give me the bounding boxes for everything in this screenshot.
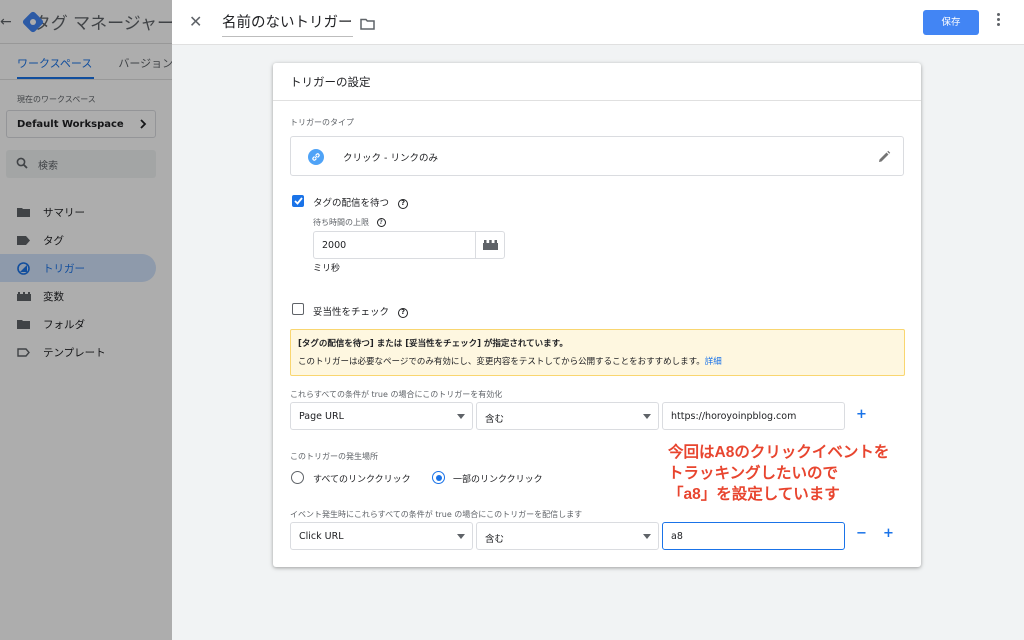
more-vert-icon[interactable] [995,13,1001,28]
fire-on-label: このトリガーの発生場所 [290,452,378,461]
card-title: トリガーの設定 [273,63,921,101]
add-enable-condition-button[interactable]: + [856,407,867,422]
enable-variable-select[interactable]: Page URL [290,402,473,430]
close-icon[interactable]: ✕ [189,12,202,31]
help-icon[interactable]: ? [398,307,409,318]
all-link-clicks-label: すべてのリンククリック [313,475,411,485]
max-wait-input[interactable]: 2000 [313,231,476,259]
notice-title: [タグの配信を待つ] または [妥当性をチェック] が指定されています。 [298,339,568,349]
trigger-type-value: クリック - リンクのみ [343,153,438,164]
enable-variable-value: Page URL [299,411,344,422]
event-value-input[interactable]: a8 [662,522,845,550]
dropdown-arrow-icon [457,414,465,419]
some-link-clicks-label: 一部のリンククリック [453,475,543,485]
panel-header: ✕ 名前のないトリガー 保存 [172,0,1024,45]
max-wait-unit: ミリ秒 [313,264,341,274]
event-condition-label: イベント発生時にこれらすべての条件が true の場合にこのトリガーを配信します [290,510,583,519]
event-variable-select[interactable]: Click URL [290,522,473,550]
help-icon[interactable]: ? [376,218,386,227]
event-variable-value: Click URL [299,531,344,542]
check-validation-row: 妥当性をチェック ? [313,304,409,318]
annotation-line: トラッキングしたいので [668,465,839,482]
link-icon [308,149,324,165]
trigger-name-input[interactable]: 名前のないトリガー [222,11,353,37]
edit-pencil-icon[interactable] [877,149,891,168]
check-validation-checkbox[interactable] [292,303,304,315]
notice-body: このトリガーは必要なページでのみ有効にし、変更内容をテストしてから公開することを… [298,355,904,367]
all-link-clicks-radio[interactable] [291,471,304,484]
enable-operator-select[interactable]: 含む [476,402,659,430]
enable-operator-value: 含む [485,414,505,425]
help-icon[interactable]: ? [398,198,409,209]
enable-value-input[interactable]: https://horoyoinpblog.com [662,402,845,430]
folder-icon[interactable] [360,15,375,34]
modal-scrim[interactable] [0,0,172,640]
annotation-line: 「a8」を設定しています [668,486,840,503]
max-wait-label: 待ち時間の上限 [313,218,369,227]
trigger-type-selector[interactable]: クリック - リンクのみ [290,136,904,176]
max-wait-row: 待ち時間の上限 ? [313,217,386,228]
dropdown-arrow-icon [457,534,465,539]
wait-for-tags-checkbox[interactable] [292,195,304,207]
save-button[interactable]: 保存 [923,10,979,35]
variable-icon [482,240,498,250]
enable-condition-label: これらすべての条件が true の場合にこのトリガーを有効化 [290,390,503,399]
event-operator-select[interactable]: 含む [476,522,659,550]
warning-notice: [タグの配信を待つ] または [妥当性をチェック] が指定されています。 このト… [290,329,905,376]
dropdown-arrow-icon [643,534,651,539]
dropdown-arrow-icon [643,414,651,419]
annotation-callout: 今回はA8のクリックイベントを トラッキングしたいので 「a8」を設定しています [668,442,928,505]
wait-for-tags-label: タグの配信を待つ [313,198,390,209]
trigger-editor-panel: ✕ 名前のないトリガー 保存 トリガーの設定 トリガーのタイプ クリック - リ… [172,0,1024,640]
variable-picker-button[interactable] [475,231,505,259]
notice-text: このトリガーは必要なページでのみ有効にし、変更内容をテストしてから公開することを… [298,357,705,367]
some-link-clicks-radio[interactable] [432,471,445,484]
remove-event-condition-button[interactable]: − [856,526,867,541]
event-operator-value: 含む [485,534,505,545]
learn-more-link[interactable]: 詳細 [705,357,722,367]
check-validation-label: 妥当性をチェック [313,307,390,318]
gtm-sidebar: ← タグ マネージャー ワークスペース バージョン 現在のワークスペース Def… [0,0,172,640]
add-event-condition-button[interactable]: + [883,526,894,541]
check-icon [293,197,303,205]
trigger-type-label: トリガーのタイプ [290,118,354,127]
annotation-line: 今回はA8のクリックイベントを [668,444,890,461]
wait-for-tags-row: タグの配信を待つ ? [313,195,409,209]
